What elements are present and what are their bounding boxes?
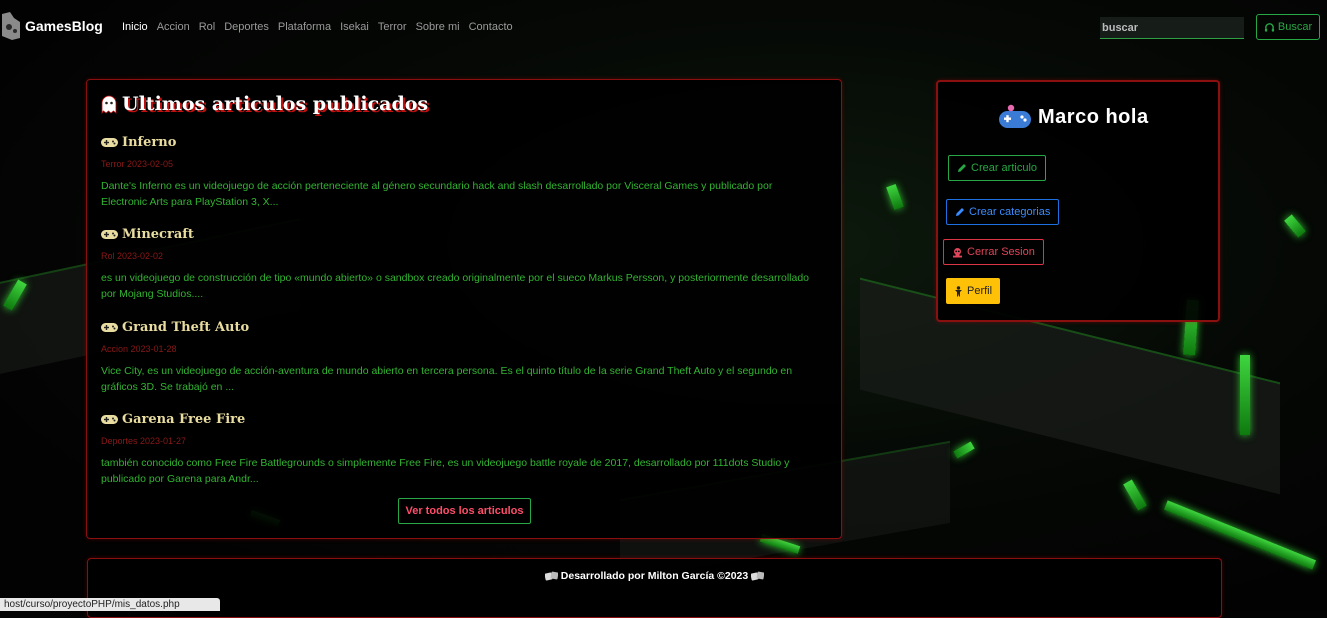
- user-panel: Marco hola Crear articulo Crear categori…: [936, 80, 1220, 322]
- dice-icon: [751, 571, 765, 580]
- footer-text: Desarrollado por Milton García ©2023: [560, 570, 749, 582]
- nav-item-accion[interactable]: Accion: [157, 21, 190, 33]
- search-button-label: Buscar: [1277, 21, 1313, 33]
- article-meta: Rol 2023-02-02: [101, 251, 164, 261]
- article-title-link[interactable]: Grand Theft Auto: [101, 320, 821, 335]
- logout-label: Cerrar Sesion: [967, 246, 1035, 258]
- gamepad-logo-icon: [2, 12, 20, 40]
- article-title: Inferno: [122, 135, 177, 150]
- person-icon: [955, 285, 962, 296]
- article-excerpt: es un videojuego de construcción de tipo…: [101, 272, 810, 300]
- nav-item-terror[interactable]: Terror: [378, 21, 407, 33]
- create-article-label: Crear articulo: [971, 162, 1038, 174]
- article-item: Inferno Terror 2023-02-05 Dante's Infern…: [101, 135, 821, 210]
- article-meta: Deportes 2023-01-27: [101, 436, 187, 446]
- create-categories-label: Crear categorias: [969, 206, 1051, 218]
- nav-item-contacto[interactable]: Contacto: [469, 21, 513, 33]
- skull-icon: [952, 247, 963, 257]
- navbar: GamesBlog Inicio Accion Rol Deportes Pla…: [0, 0, 1327, 56]
- nav-item-isekai[interactable]: Isekai: [340, 21, 369, 33]
- ghost-icon: [101, 95, 117, 114]
- nav-item-plataforma[interactable]: Plataforma: [278, 21, 331, 33]
- page-title-text: Ultimos articulos publicados: [122, 93, 429, 115]
- gamepad-icon: [101, 230, 118, 239]
- pencil-icon: [956, 208, 964, 216]
- gamepad-user-icon: [999, 104, 1031, 128]
- article-item: Garena Free Fire Deportes 2023-01-27 tam…: [101, 412, 821, 487]
- create-article-button[interactable]: Crear articulo: [948, 155, 1047, 181]
- footer: Desarrollado por Milton García ©2023: [87, 558, 1222, 618]
- brand[interactable]: GamesBlog: [0, 10, 103, 40]
- article-title-link[interactable]: Inferno: [101, 135, 821, 150]
- article-title: Garena Free Fire: [122, 412, 246, 427]
- article-meta: Terror 2023-02-05: [101, 159, 174, 169]
- nav-item-inicio[interactable]: Inicio: [122, 21, 148, 33]
- nav-item-sobre-mi[interactable]: Sobre mi: [416, 21, 460, 33]
- logout-button[interactable]: Cerrar Sesion: [943, 239, 1044, 265]
- view-all-articles-button[interactable]: Ver todos los articulos: [398, 498, 531, 524]
- latest-articles-panel: Ultimos articulos publicados Inferno Ter…: [86, 79, 842, 539]
- article-meta: Accion 2023-01-28: [101, 344, 177, 354]
- profile-label: Perfil: [967, 285, 993, 297]
- article-excerpt: Dante's Inferno es un videojuego de acci…: [101, 180, 773, 208]
- article-title-link[interactable]: Garena Free Fire: [101, 412, 821, 427]
- gamepad-icon: [101, 415, 118, 424]
- pencil-icon: [958, 164, 966, 172]
- nav-item-deportes[interactable]: Deportes: [224, 21, 269, 33]
- search-button[interactable]: Buscar: [1256, 14, 1320, 40]
- article-title: Grand Theft Auto: [122, 320, 250, 335]
- user-greeting: Marco hola: [998, 104, 1149, 130]
- article-item: Grand Theft Auto Accion 2023-01-28 Vice …: [101, 320, 821, 395]
- headset-icon: [1264, 22, 1274, 32]
- article-title-link[interactable]: Minecraft: [101, 227, 821, 242]
- gamepad-icon: [101, 138, 118, 147]
- nav-item-rol[interactable]: Rol: [199, 21, 216, 33]
- profile-button[interactable]: Perfil: [946, 278, 1001, 304]
- brand-name[interactable]: GamesBlog: [25, 18, 103, 34]
- footer-credits: Desarrollado por Milton García ©2023: [88, 570, 1221, 582]
- browser-status-url: host/curso/proyectoPHP/mis_datos.php: [0, 598, 220, 611]
- user-name: Marco hola: [1038, 105, 1149, 128]
- dice-icon: [544, 571, 558, 580]
- search-input[interactable]: [1100, 17, 1244, 39]
- page-title: Ultimos articulos publicados: [101, 93, 428, 115]
- create-categories-button[interactable]: Crear categorias: [946, 199, 1060, 225]
- article-excerpt: también conocido como Free Fire Battlegr…: [101, 457, 790, 485]
- article-title: Minecraft: [122, 227, 194, 242]
- main-menu: Inicio Accion Rol Deportes Plataforma Is…: [122, 21, 522, 33]
- article-excerpt: Vice City, es un videojuego de acción-av…: [101, 365, 793, 393]
- gamepad-icon: [101, 323, 118, 332]
- article-item: Minecraft Rol 2023-02-02 es un videojueg…: [101, 227, 821, 302]
